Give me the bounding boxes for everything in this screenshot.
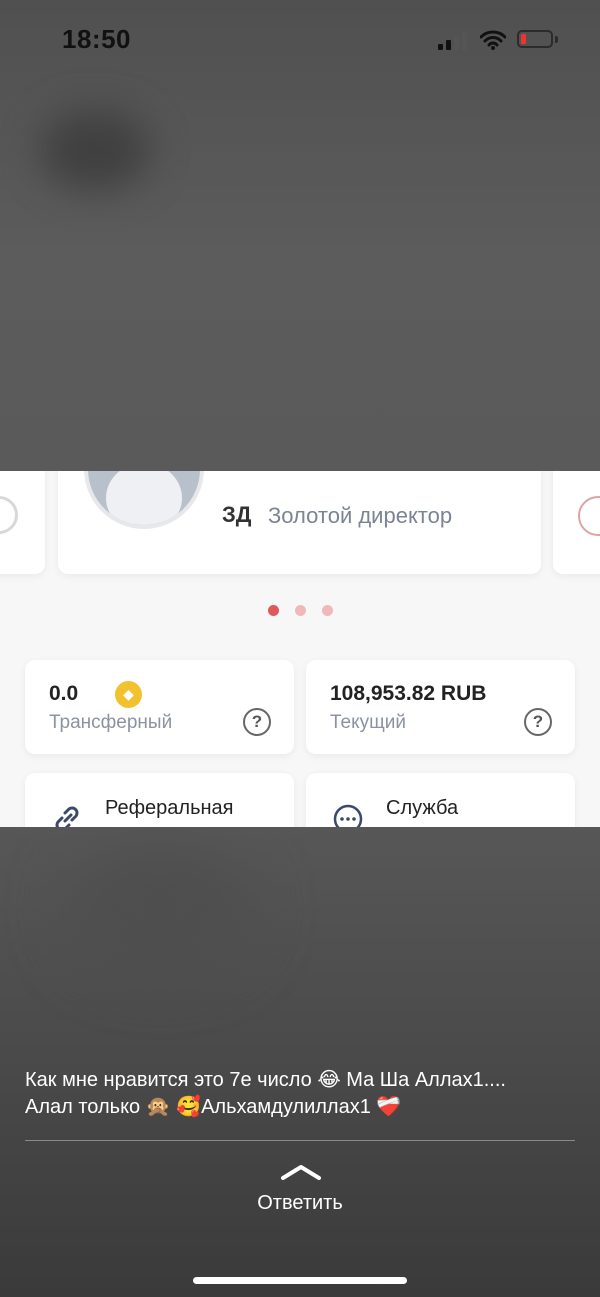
message-line: Алал только 🙊 🥰Альхамдулиллах1 ❤️‍🩹	[25, 1096, 402, 1118]
carousel-dot[interactable]	[268, 605, 279, 616]
help-icon[interactable]: ?	[524, 708, 552, 736]
divider	[25, 1140, 575, 1141]
chat-icon	[333, 804, 363, 827]
blurred-shape	[40, 110, 150, 190]
referral-menu-item[interactable]: Реферальная	[25, 773, 294, 827]
rank-name: Золотой директор	[268, 503, 453, 528]
reply-button[interactable]: Ответить	[0, 1192, 600, 1215]
signal-icon	[438, 32, 468, 50]
current-balance-card[interactable]: 108,953.82 RUB Текущий ?	[306, 660, 575, 754]
balance-label: Текущий	[330, 712, 406, 733]
transfer-balance-card[interactable]: 0.0 ◆ Трансферный ?	[25, 660, 294, 754]
carousel-dot[interactable]	[322, 605, 333, 616]
diamond-icon: ◆	[115, 681, 142, 708]
story-message: Как мне нравится это 7е число 😂 Ма Ша Ал…	[25, 1067, 585, 1121]
balance-label: Трансферный	[49, 712, 173, 733]
balance-value: 108,953.82 RUB	[330, 682, 487, 705]
battery-tip	[555, 36, 558, 43]
chevron-up-icon[interactable]	[280, 1164, 322, 1180]
link-icon	[55, 806, 79, 827]
menu-item-label: Реферальная	[105, 797, 234, 819]
blurred-shape	[70, 850, 250, 970]
blurred-background-top	[0, 0, 600, 471]
help-icon[interactable]: ?	[243, 708, 271, 736]
message-line: Как мне нравится это 7е число 😂 Ма Ша Ал…	[25, 1069, 506, 1091]
battery-icon	[517, 30, 553, 48]
wifi-icon	[480, 30, 506, 50]
support-menu-item[interactable]: Служба	[306, 773, 575, 827]
menu-item-label: Служба	[386, 797, 459, 819]
carousel-dot[interactable]	[295, 605, 306, 616]
app-screenshot: ЗД Золотой директор 0.0 ◆ Трансферный ? …	[0, 471, 600, 827]
rank-code: ЗД	[222, 502, 252, 527]
home-indicator[interactable]	[193, 1277, 407, 1284]
balance-value: 0.0	[49, 682, 79, 705]
status-time: 18:50	[62, 24, 131, 54]
